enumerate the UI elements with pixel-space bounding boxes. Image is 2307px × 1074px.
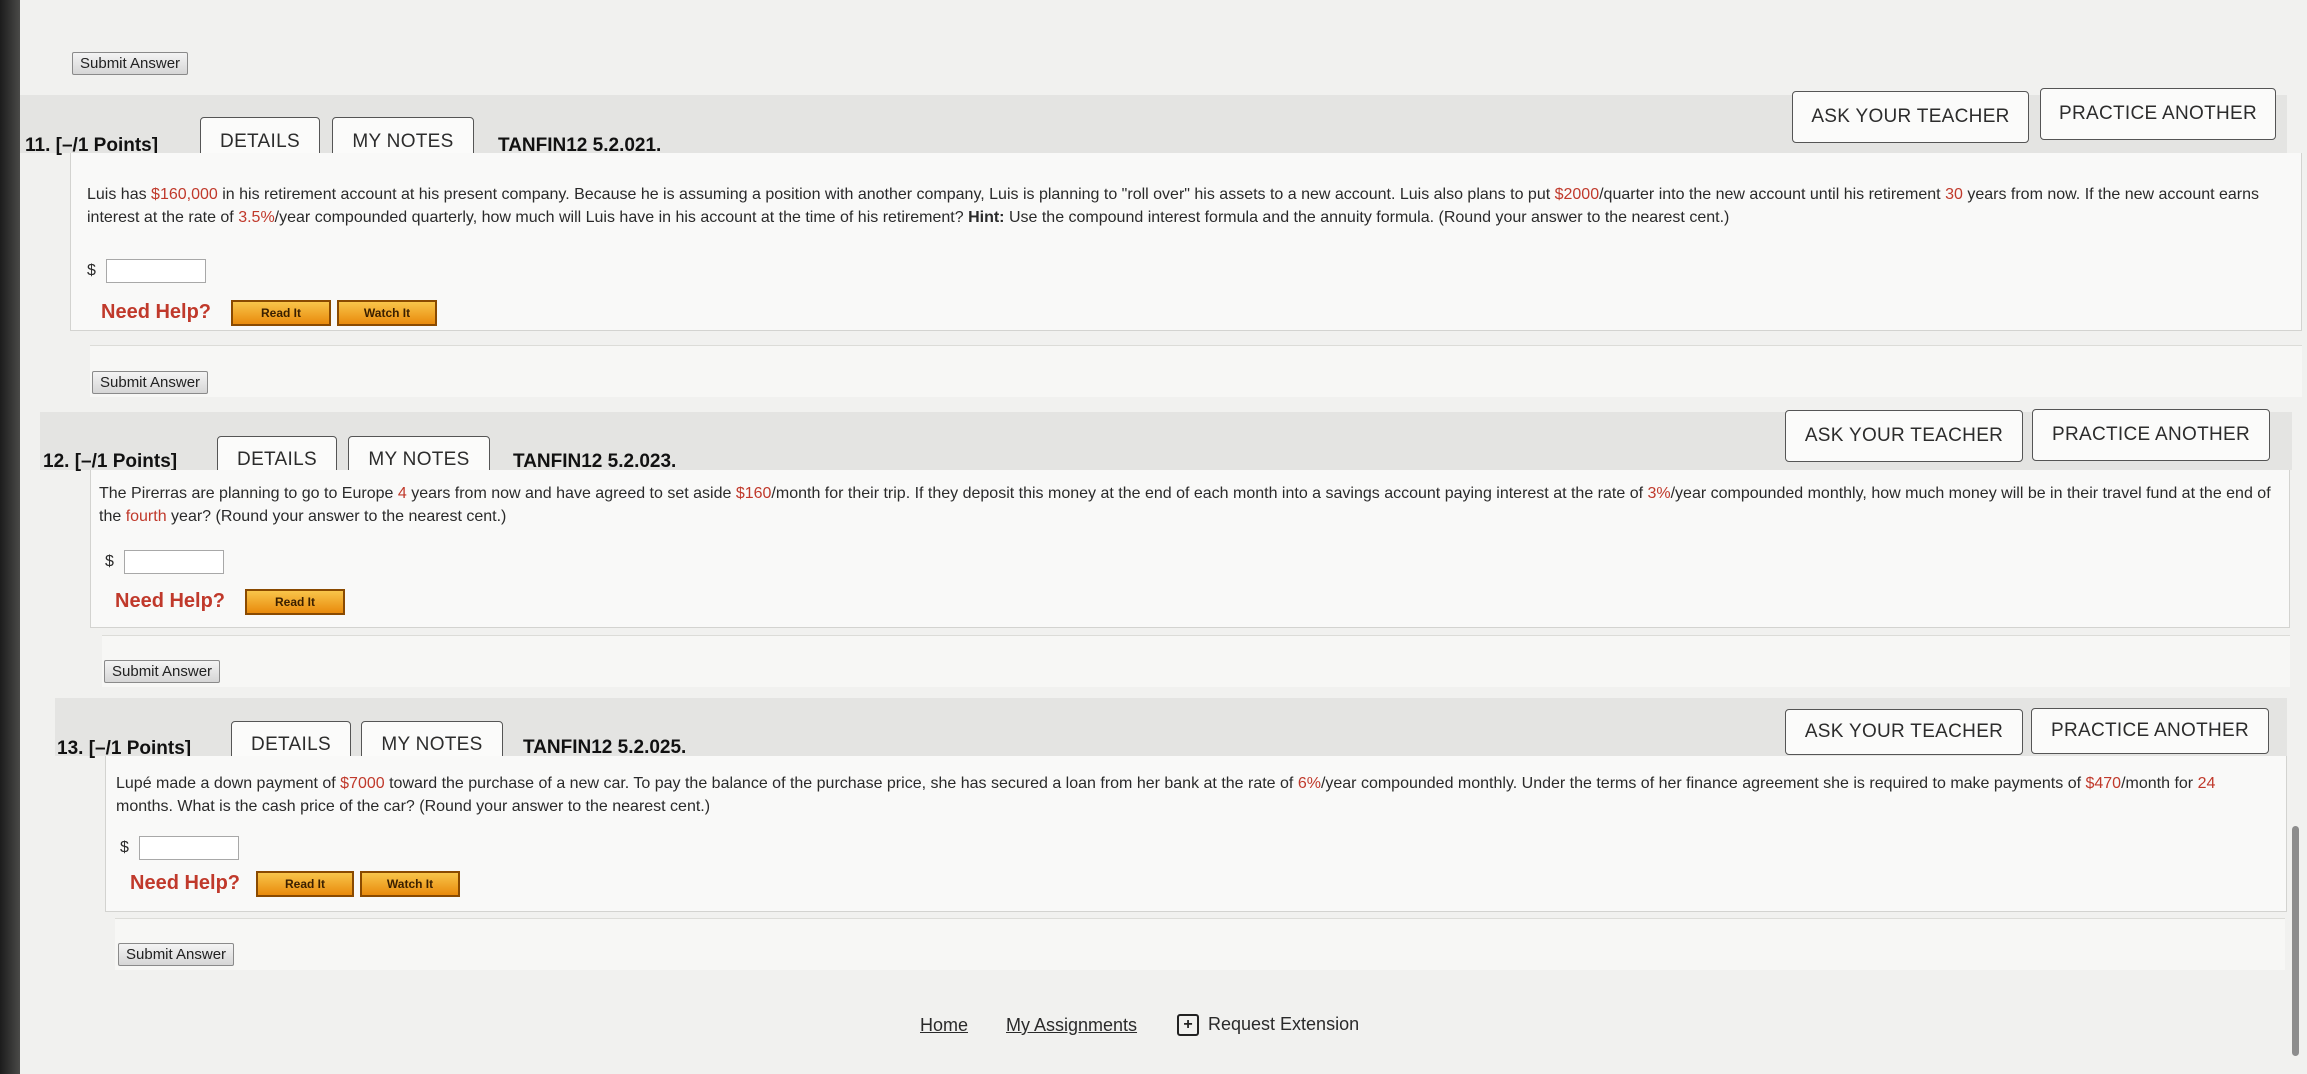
question-13-number: 13. (57, 738, 84, 759)
question-11-number: 11. (25, 135, 51, 156)
question-13-text: Lupé made a down payment of $7000 toward… (116, 772, 2266, 818)
question-13-header: 13. [–/1 Points] DETAILS MY NOTES TANFIN… (55, 698, 2287, 769)
question-13-read-it-button[interactable]: Read It (256, 871, 354, 897)
question-12-ask-teacher-button[interactable]: ASK YOUR TEACHER (1785, 410, 2023, 462)
question-13-submit-area: Submit Answer (115, 918, 2285, 970)
question-12-need-help-label: Need Help? (115, 590, 226, 612)
question-value: 30 (1945, 186, 1963, 203)
question-text-run: /quarter into the new account until his … (1599, 186, 1946, 203)
question-12-text: The Pirerras are planning to go to Europ… (99, 482, 2274, 528)
question-11-answer-input[interactable] (105, 259, 206, 283)
question-12-number: 12. (43, 451, 70, 472)
question-text-run: year? (Round your answer to the nearest … (166, 508, 507, 525)
question-11-practice-another-button[interactable]: PRACTICE ANOTHER (2040, 88, 2276, 140)
question-text-run: years from now and have agreed to set as… (406, 485, 736, 502)
question-value: $2000 (1554, 186, 1600, 203)
question-text-run: Luis has (87, 186, 152, 203)
question-value: $7000 (340, 775, 385, 792)
question-11-need-help-label: Need Help? (101, 301, 212, 323)
question-value: 3.5% (238, 209, 275, 226)
question-value: 4 (397, 485, 407, 502)
question-13-ask-teacher-button[interactable]: ASK YOUR TEACHER (1785, 709, 2023, 755)
question-12-submit-answer-button[interactable]: Submit Answer (104, 660, 221, 683)
question-text-run: /month for their trip. If they deposit t… (771, 485, 1648, 502)
question-text-run: toward the purchase of a new car. To pay… (384, 775, 1298, 792)
question-13-watch-it-button[interactable]: Watch It (360, 871, 460, 897)
question-text-run: months. What is the cash price of the ca… (116, 798, 711, 815)
question-11-ask-teacher-button[interactable]: ASK YOUR TEACHER (1792, 91, 2029, 143)
question-value: 3% (1647, 485, 1671, 502)
footer-nav: Home My Assignments + Request Extension (20, 1012, 2307, 1042)
question-value: $160,000 (151, 186, 218, 203)
calendar-plus-icon[interactable]: + (1177, 1014, 1199, 1036)
question-13-currency: $ (120, 839, 129, 856)
question-text-run: Hint: (968, 209, 1005, 226)
question-12-body: The Pirerras are planning to go to Europ… (90, 470, 2290, 628)
question-text-run: /month for (2121, 775, 2198, 792)
question-12-submit-area: Submit Answer (102, 635, 2290, 687)
my-assignments-link[interactable]: My Assignments (1006, 1015, 1137, 1036)
left-edge-shadow (0, 0, 20, 1074)
question-12-practice-another-button[interactable]: PRACTICE ANOTHER (2032, 409, 2270, 461)
question-12-header: 12. [–/1 Points] DETAILS MY NOTES TANFIN… (40, 409, 2292, 484)
question-11-text: Luis has $160,000 in his retirement acco… (87, 183, 2282, 229)
scrollbar-thumb[interactable] (2292, 826, 2299, 1056)
question-13-body: Lupé made a down payment of $7000 toward… (105, 756, 2287, 912)
prev-submit-area: Submit Answer (70, 30, 2300, 82)
question-value: 24 (2197, 775, 2216, 792)
question-12-answer-row: $ (105, 550, 224, 574)
question-11-submit-answer-button[interactable]: Submit Answer (92, 371, 209, 394)
question-value: $470 (2085, 775, 2122, 792)
question-12-currency: $ (105, 553, 114, 570)
question-11-watch-it-button[interactable]: Watch It (337, 300, 437, 326)
question-11-answer-row: $ (87, 259, 206, 283)
question-13-answer-input[interactable] (138, 836, 239, 860)
question-text-run: /year compounded monthly. Under the term… (1320, 775, 2086, 792)
question-value: fourth (125, 508, 167, 525)
question-11-submit-area: Submit Answer (90, 345, 2302, 397)
question-text-run: Lupé made a down payment of (116, 775, 341, 792)
question-text-run: Use the compound interest formula and th… (1004, 209, 1730, 226)
question-12-points: [–/1 Points] (74, 451, 178, 472)
question-13-practice-another-button[interactable]: PRACTICE ANOTHER (2031, 708, 2269, 754)
question-11-currency: $ (87, 262, 96, 279)
question-text-run: The Pirerras are planning to go to Europ… (99, 485, 398, 502)
question-12-read-it-button[interactable]: Read It (245, 589, 345, 615)
question-text-run: /year compounded quarterly, how much wil… (274, 209, 969, 226)
question-12-answer-input[interactable] (123, 550, 224, 574)
question-value: 6% (1297, 775, 1321, 792)
question-11-body: Luis has $160,000 in his retirement acco… (70, 153, 2302, 331)
request-extension-link[interactable]: Request Extension (1208, 1014, 1359, 1035)
home-link[interactable]: Home (920, 1015, 968, 1036)
question-13-answer-row: $ (120, 836, 239, 860)
question-11-header: 11. [–/1 Points] DETAILS MY NOTES TANFIN… (20, 88, 2287, 167)
prev-submit-answer-button[interactable]: Submit Answer (72, 52, 189, 75)
question-13-submit-answer-button[interactable]: Submit Answer (118, 943, 235, 966)
question-value: $160 (735, 485, 772, 502)
question-13-need-help-label: Need Help? (130, 872, 241, 894)
question-text-run: in his retirement account at his present… (217, 186, 1555, 203)
question-11-read-it-button[interactable]: Read It (231, 300, 331, 326)
assignment-page: Submit Answer 11. [–/1 Points] DETAILS M… (20, 0, 2307, 1074)
